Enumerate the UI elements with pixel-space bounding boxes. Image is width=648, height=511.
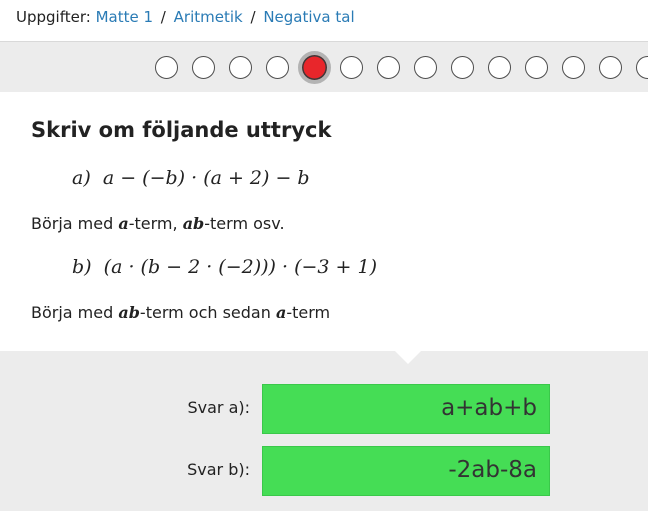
expression-b-label: b) xyxy=(72,256,92,278)
stepper-dot[interactable] xyxy=(635,56,648,79)
hint-b-var-ab: ab xyxy=(118,303,140,322)
breadcrumb-link-matte-1[interactable]: Matte 1 xyxy=(96,8,153,26)
breadcrumb-separator: / xyxy=(160,8,166,26)
breadcrumb: Uppgifter: Matte 1 / Aritmetik / Negativ… xyxy=(0,0,648,42)
breadcrumb-separator: / xyxy=(250,8,256,26)
hint-a-text: -term, xyxy=(128,214,183,233)
answer-a-field[interactable]: a+ab+b xyxy=(262,384,550,434)
answer-b-label: Svar b): xyxy=(187,460,250,479)
expression-a-body: a − (−b) · (a + 2) − b xyxy=(102,167,310,189)
hint-b-text: Börja med xyxy=(31,303,119,322)
stepper-dot-active[interactable] xyxy=(297,51,331,84)
question-title: Skriv om följande uttryck xyxy=(31,118,332,142)
expression-a: a) a − (−b) · (a + 2) − b xyxy=(72,167,310,189)
breadcrumb-link-negativa-tal[interactable]: Negativa tal xyxy=(263,8,354,26)
hint-b-text: -term xyxy=(286,303,331,322)
question-stepper xyxy=(0,42,648,92)
answer-a-label: Svar a): xyxy=(187,398,250,417)
stepper-dot[interactable] xyxy=(524,56,548,79)
hint-b: Börja med ab-term och sedan a-term xyxy=(31,303,330,322)
stepper-dot[interactable] xyxy=(487,56,511,79)
expression-b: b) (a · (b − 2 · (−2))) · (−3 + 1) xyxy=(72,256,377,278)
breadcrumb-label: Uppgifter: xyxy=(16,8,91,26)
stepper-dot[interactable] xyxy=(598,56,622,79)
stepper-dot[interactable] xyxy=(413,56,437,79)
hint-b-var-a: a xyxy=(275,303,287,322)
hint-b-text: -term och sedan xyxy=(139,303,276,322)
stepper-dot[interactable] xyxy=(450,56,474,79)
expression-b-body: (a · (b − 2 · (−2))) · (−3 + 1) xyxy=(103,256,378,278)
stepper-dot[interactable] xyxy=(265,56,289,79)
hint-a-text: -term osv. xyxy=(204,214,285,233)
answer-b-field[interactable]: -2ab-8a xyxy=(262,446,550,496)
hint-a: Börja med a-term, ab-term osv. xyxy=(31,214,285,233)
stepper-dot[interactable] xyxy=(228,56,252,79)
breadcrumb-link-aritmetik[interactable]: Aritmetik xyxy=(174,8,243,26)
expression-a-label: a) xyxy=(72,167,91,189)
stepper-dot[interactable] xyxy=(191,56,215,79)
hint-a-text: Börja med xyxy=(31,214,119,233)
stepper-dot[interactable] xyxy=(376,56,400,79)
question-card: Skriv om följande uttryck a) a − (−b) · … xyxy=(0,92,648,351)
hint-a-var-ab: ab xyxy=(182,214,205,233)
hint-a-var-a: a xyxy=(118,214,129,233)
stepper-dot[interactable] xyxy=(339,56,363,79)
stepper-dot[interactable] xyxy=(154,56,178,79)
stepper-dot[interactable] xyxy=(561,56,585,79)
answer-section: Svar a): a+ab+b Svar b): -2ab-8a xyxy=(0,351,648,511)
